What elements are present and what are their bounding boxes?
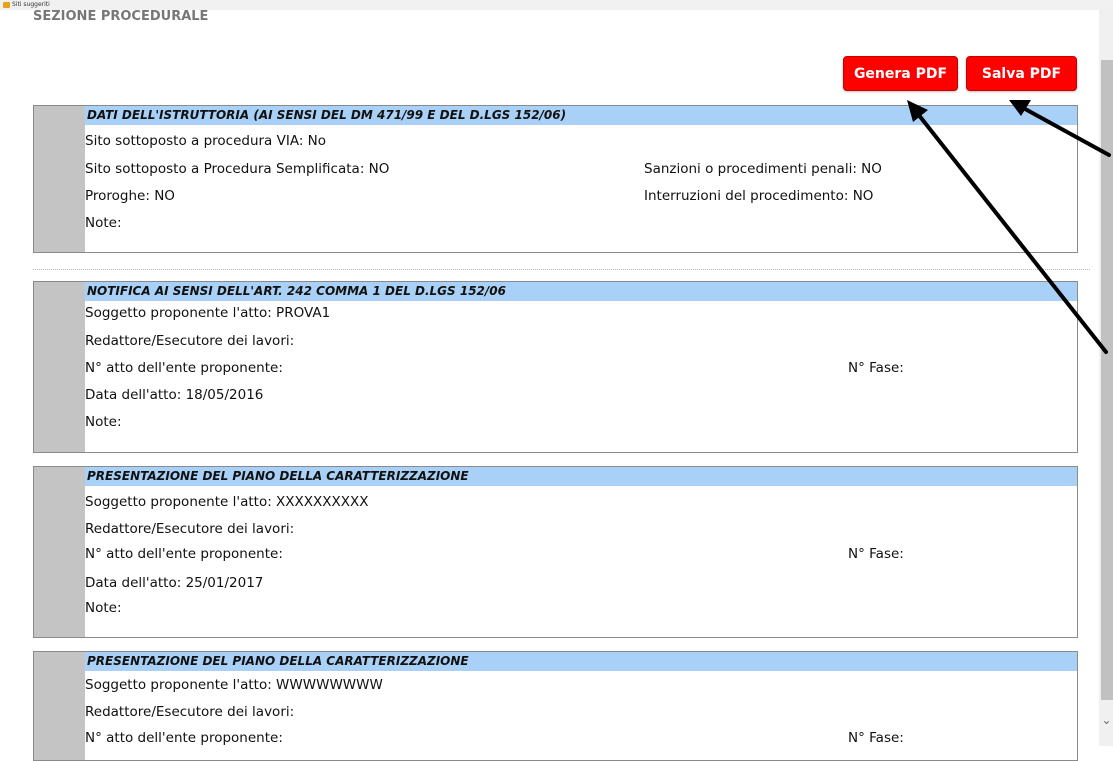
field-note: Note: <box>85 600 122 616</box>
panel-side-bar <box>34 106 85 252</box>
panel-header: PRESENTAZIONE DEL PIANO DELLA CARATTERIZ… <box>85 652 1077 671</box>
field-numero-atto: N° atto dell'ente proponente: <box>85 360 283 376</box>
field-soggetto-proponente: Soggetto proponente l'atto: PROVA1 <box>85 305 331 321</box>
panel-presentazione-piano: PRESENTAZIONE DEL PIANO DELLA CARATTERIZ… <box>33 466 1078 638</box>
panel-side-bar <box>34 282 85 452</box>
panel-header: NOTIFICA AI SENSI DELL'ART. 242 COMMA 1 … <box>85 282 1077 301</box>
field-interruzioni: Interruzioni del procedimento: NO <box>644 188 874 204</box>
panel-dati-istruttoria: DATI DELL'ISTRUTTORIA (AI SENSI DEL DM 4… <box>33 105 1078 253</box>
field-soggetto-proponente: Soggetto proponente l'atto: WWWWWWWW <box>85 677 383 693</box>
field-sanzioni: Sanzioni o procedimenti penali: NO <box>644 161 882 177</box>
field-numero-atto: N° atto dell'ente proponente: <box>85 546 283 562</box>
panel-header: PRESENTAZIONE DEL PIANO DELLA CARATTERIZ… <box>85 467 1077 486</box>
genera-pdf-button[interactable]: Genera PDF <box>843 56 958 91</box>
field-redattore: Redattore/Esecutore dei lavori: <box>85 704 295 720</box>
scrollbar-thumb[interactable] <box>1101 60 1113 700</box>
field-soggetto-proponente: Soggetto proponente l'atto: XXXXXXXXXX <box>85 494 369 510</box>
panel-notifica: NOTIFICA AI SENSI DELL'ART. 242 COMMA 1 … <box>33 281 1078 453</box>
section-title: SEZIONE PROCEDURALE <box>33 9 209 20</box>
field-note: Note: <box>85 414 122 430</box>
field-redattore: Redattore/Esecutore dei lavori: <box>85 333 295 349</box>
field-note: Note: <box>85 215 122 231</box>
field-numero-fase: N° Fase: <box>848 730 904 746</box>
panel-side-bar <box>34 467 85 637</box>
bookmark-folder-icon[interactable] <box>3 2 10 8</box>
field-numero-fase: N° Fase: <box>848 360 904 376</box>
panel-side-bar <box>34 652 85 760</box>
field-redattore: Redattore/Esecutore dei lavori: <box>85 521 295 537</box>
field-numero-fase: N° Fase: <box>848 546 904 562</box>
field-data-atto: Data dell'atto: 25/01/2017 <box>85 575 264 591</box>
field-data-atto: Data dell'atto: 18/05/2016 <box>85 387 264 403</box>
chevron-down-icon[interactable]: ⌄ <box>1100 712 1113 728</box>
panel-presentazione-piano-2: PRESENTAZIONE DEL PIANO DELLA CARATTERIZ… <box>33 651 1078 761</box>
salva-pdf-button[interactable]: Salva PDF <box>966 56 1077 91</box>
section-separator <box>33 269 1090 270</box>
field-proroghe: Proroghe: NO <box>85 188 175 204</box>
panel-header: DATI DELL'ISTRUTTORIA (AI SENSI DEL DM 4… <box>85 106 1077 125</box>
field-numero-atto: N° atto dell'ente proponente: <box>85 730 283 746</box>
field-procedura-via: Sito sottoposto a procedura VIA: No <box>85 133 327 149</box>
field-procedura-semplificata: Sito sottoposto a Procedura Semplificata… <box>85 161 390 177</box>
